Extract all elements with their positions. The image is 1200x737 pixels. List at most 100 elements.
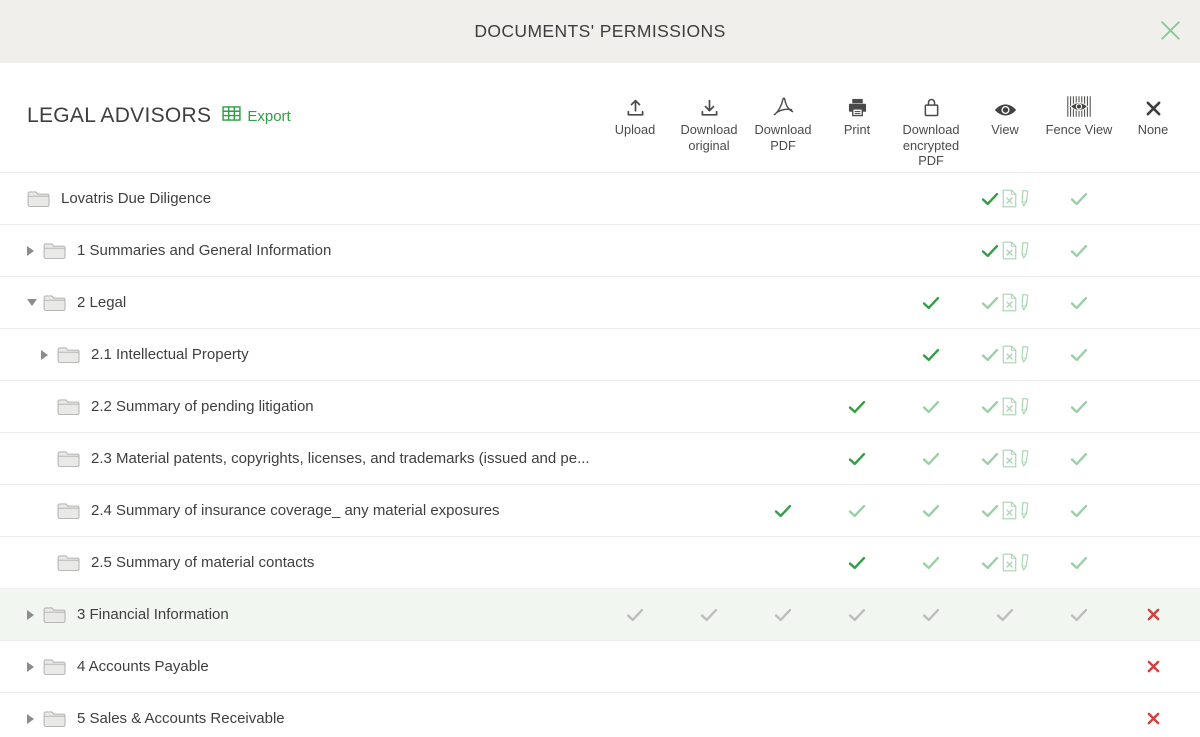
permission-cell-fence_view[interactable] [1042,641,1116,693]
permission-cell-fence_view[interactable] [1042,485,1116,537]
permission-cell-fence_view[interactable] [1042,589,1116,641]
permission-cell-upload[interactable] [598,381,672,433]
column-header-fence_view[interactable]: Fence View [1042,91,1116,172]
permission-cell-download_original[interactable] [672,277,746,329]
permission-cell-none[interactable] [1116,693,1190,737]
permission-cell-download_encrypted_pdf[interactable] [894,225,968,277]
permission-cell-view[interactable] [968,277,1042,329]
permission-cell-download_original[interactable] [672,329,746,381]
permission-cell-fence_view[interactable] [1042,173,1116,225]
permission-cell-print[interactable] [820,693,894,737]
permission-cell-download_encrypted_pdf[interactable] [894,485,968,537]
permission-cell-download_original[interactable] [672,173,746,225]
permission-cell-view[interactable] [968,589,1042,641]
permission-cell-download_pdf[interactable] [746,277,820,329]
permission-cell-download_pdf[interactable] [746,485,820,537]
permission-cell-fence_view[interactable] [1042,433,1116,485]
permission-cell-none[interactable] [1116,485,1190,537]
permission-cell-fence_view[interactable] [1042,693,1116,737]
permission-cell-upload[interactable] [598,173,672,225]
permission-cell-none[interactable] [1116,589,1190,641]
permission-cell-upload[interactable] [598,589,672,641]
permission-cell-upload[interactable] [598,277,672,329]
permission-cell-upload[interactable] [598,641,672,693]
permission-cell-fence_view[interactable] [1042,329,1116,381]
permission-cell-download_original[interactable] [672,225,746,277]
permission-cell-download_pdf[interactable] [746,173,820,225]
permission-cell-download_pdf[interactable] [746,329,820,381]
permission-cell-download_pdf[interactable] [746,589,820,641]
permission-cell-upload[interactable] [598,537,672,589]
column-header-download_pdf[interactable]: Download PDF [746,91,820,172]
expander-icon[interactable] [27,299,43,306]
column-header-none[interactable]: None [1116,91,1190,172]
permission-cell-download_original[interactable] [672,381,746,433]
permission-cell-download_original[interactable] [672,433,746,485]
permission-cell-download_pdf[interactable] [746,641,820,693]
permission-cell-view[interactable] [968,433,1042,485]
permission-cell-view[interactable] [968,693,1042,737]
permission-cell-none[interactable] [1116,277,1190,329]
permission-cell-download_pdf[interactable] [746,433,820,485]
permission-cell-upload[interactable] [598,329,672,381]
permission-cell-fence_view[interactable] [1042,381,1116,433]
permission-cell-view[interactable] [968,329,1042,381]
export-button[interactable]: Export [222,106,291,126]
permission-cell-view[interactable] [968,485,1042,537]
expander-icon[interactable] [27,661,43,672]
permission-cell-download_original[interactable] [672,485,746,537]
column-header-print[interactable]: Print [820,91,894,172]
permission-cell-upload[interactable] [598,225,672,277]
permission-cell-download_original[interactable] [672,641,746,693]
permission-cell-upload[interactable] [598,485,672,537]
permission-cell-view[interactable] [968,381,1042,433]
permission-cell-download_encrypted_pdf[interactable] [894,537,968,589]
permission-cell-fence_view[interactable] [1042,537,1116,589]
permission-cell-download_original[interactable] [672,537,746,589]
permission-cell-none[interactable] [1116,537,1190,589]
permission-cell-none[interactable] [1116,329,1190,381]
column-header-view[interactable]: View [968,91,1042,172]
permission-cell-print[interactable] [820,225,894,277]
column-header-upload[interactable]: Upload [598,91,672,172]
permission-cell-none[interactable] [1116,225,1190,277]
permission-cell-download_original[interactable] [672,693,746,737]
permission-cell-none[interactable] [1116,433,1190,485]
column-header-download_original[interactable]: Download original [672,91,746,172]
permission-cell-print[interactable] [820,277,894,329]
permission-cell-fence_view[interactable] [1042,225,1116,277]
expander-icon[interactable] [27,609,43,620]
permission-cell-download_encrypted_pdf[interactable] [894,693,968,737]
permission-cell-view[interactable] [968,225,1042,277]
permission-cell-print[interactable] [820,537,894,589]
permission-cell-print[interactable] [820,589,894,641]
permission-cell-print[interactable] [820,173,894,225]
permission-cell-print[interactable] [820,381,894,433]
permission-cell-download_encrypted_pdf[interactable] [894,173,968,225]
permission-cell-none[interactable] [1116,173,1190,225]
permission-cell-print[interactable] [820,329,894,381]
close-button[interactable] [1154,16,1186,48]
permission-cell-download_encrypted_pdf[interactable] [894,589,968,641]
permission-cell-fence_view[interactable] [1042,277,1116,329]
permission-cell-print[interactable] [820,641,894,693]
permission-cell-upload[interactable] [598,693,672,737]
expander-icon[interactable] [27,245,43,256]
permission-cell-view[interactable] [968,173,1042,225]
column-header-download_encrypted_pdf[interactable]: Download encrypted PDF [894,91,968,172]
permission-cell-download_encrypted_pdf[interactable] [894,433,968,485]
permission-cell-download_original[interactable] [672,589,746,641]
permission-cell-download_encrypted_pdf[interactable] [894,277,968,329]
permission-cell-view[interactable] [968,537,1042,589]
permission-cell-print[interactable] [820,433,894,485]
permission-cell-none[interactable] [1116,641,1190,693]
permission-cell-download_pdf[interactable] [746,381,820,433]
permission-cell-download_pdf[interactable] [746,537,820,589]
permission-cell-download_encrypted_pdf[interactable] [894,641,968,693]
permission-cell-download_pdf[interactable] [746,225,820,277]
permission-cell-download_pdf[interactable] [746,693,820,737]
expander-icon[interactable] [27,713,43,724]
permission-cell-download_encrypted_pdf[interactable] [894,381,968,433]
permission-cell-none[interactable] [1116,381,1190,433]
permission-cell-print[interactable] [820,485,894,537]
